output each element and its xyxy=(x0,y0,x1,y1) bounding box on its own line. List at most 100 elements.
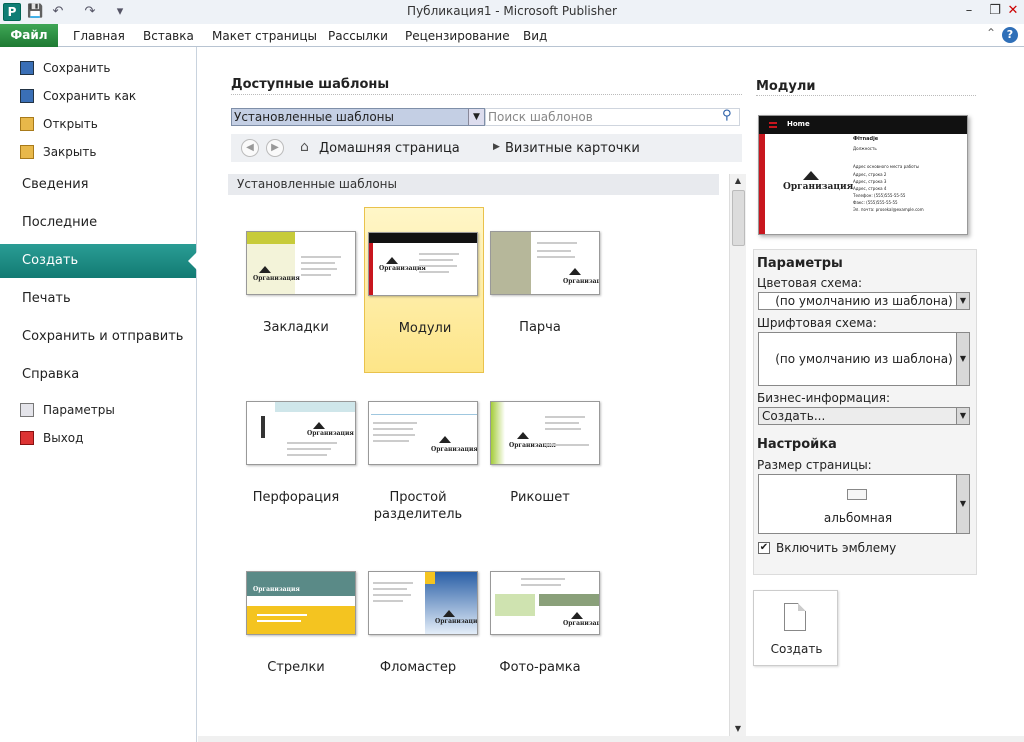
preview-line: Эл. почта: prosekal@example.com xyxy=(853,207,924,212)
close-icon[interactable]: ✕ xyxy=(1002,2,1024,20)
business-info-value: Создать... xyxy=(762,409,826,423)
home-icon[interactable]: ⌂ xyxy=(300,139,316,155)
tab-view[interactable]: Вид xyxy=(523,24,547,47)
template-label: Фломастер xyxy=(379,660,457,675)
template-label: Простой разделитель xyxy=(373,490,463,522)
template-source-value: Установленные шаблоны xyxy=(234,110,394,124)
sidebar-item-save-send[interactable]: Сохранить и отправить xyxy=(0,320,196,354)
scroll-thumb[interactable] xyxy=(732,190,745,246)
sidebar-item-create[interactable]: Создать xyxy=(0,244,197,278)
template-moduli[interactable]: Организация Модули xyxy=(364,207,484,373)
sidebar-item-label: Сохранить как xyxy=(43,89,137,103)
color-scheme-label: Цветовая схема: xyxy=(757,276,863,290)
preview-home: Home xyxy=(787,120,810,128)
include-logo-label: Включить эмблему xyxy=(776,541,897,555)
template-prostoy-razdelitel[interactable]: Организация Простой разделитель xyxy=(358,377,478,543)
template-thumbnail: Организация xyxy=(246,231,356,295)
template-flomaster[interactable]: Организация Фломастер xyxy=(358,547,478,713)
sidebar-item-label: Закрыть xyxy=(43,145,97,159)
exit-icon xyxy=(20,431,34,445)
chevron-down-icon[interactable]: ▼ xyxy=(956,333,969,385)
page-size-select[interactable]: альбомная ▼ xyxy=(758,474,970,534)
window-title: Публикация1 - Microsoft Publisher xyxy=(407,4,617,18)
template-label: Парча xyxy=(519,320,561,335)
backstage-sidebar: Сохранить Сохранить как Открыть Закрыть … xyxy=(0,47,197,742)
preview-line: Телефон: (555)555-55-55 xyxy=(853,193,906,198)
template-zakladki[interactable]: Организация Закладки xyxy=(236,207,356,373)
template-parcha[interactable]: Организация Парча xyxy=(480,207,600,373)
template-thumbnail: Организация xyxy=(246,571,356,635)
include-logo-checkbox[interactable]: ✔ xyxy=(758,542,770,554)
minimize-ribbon-icon[interactable]: ⌃ xyxy=(986,26,996,40)
sidebar-item-recent[interactable]: Последние xyxy=(0,206,196,240)
breadcrumb-home[interactable]: Домашняя страница xyxy=(319,141,460,156)
options-panel: Модули Home Фiтnadje Должность Организац… xyxy=(748,47,1024,742)
preview-line: Факс: (555)555-55-55 xyxy=(853,200,898,205)
save-icon xyxy=(20,61,34,75)
tab-insert[interactable]: Вставка xyxy=(143,24,194,47)
template-preview: Home Фiтnadje Должность Организация Адре… xyxy=(758,115,968,235)
title-bar: P 💾 ↶ ↷ ▾ Публикация1 - Microsoft Publis… xyxy=(0,0,1024,24)
template-rikoshet[interactable]: Организация Рикошет xyxy=(480,377,600,543)
preview-accent-bar xyxy=(759,134,765,234)
preview-org: Организация xyxy=(783,182,854,192)
preview-line: Адрес основного места работы xyxy=(853,164,920,169)
font-scheme-value: (по умолчанию из шаблона) xyxy=(775,352,953,366)
template-perforatsiya[interactable]: Организация Перфорация xyxy=(236,377,356,543)
search-input[interactable] xyxy=(485,108,740,126)
sidebar-item-label: Параметры xyxy=(43,403,115,417)
back-icon[interactable]: ◀ xyxy=(241,139,259,157)
status-bar xyxy=(198,736,1024,742)
tab-home[interactable]: Главная xyxy=(73,24,125,47)
forward-icon[interactable]: ▶ xyxy=(266,139,284,157)
sidebar-item-print[interactable]: Печать xyxy=(0,282,196,316)
tab-mailings[interactable]: Рассылки xyxy=(328,24,388,47)
business-info-label: Бизнес-информация: xyxy=(757,391,891,405)
save-as-icon xyxy=(20,89,34,103)
create-button[interactable]: Создать xyxy=(753,590,838,666)
template-label: Модули xyxy=(398,321,452,336)
font-scheme-select[interactable]: (по умолчанию из шаблона) ▼ xyxy=(758,332,970,386)
sidebar-item-label: Выход xyxy=(43,431,84,445)
preview-role: Должность xyxy=(853,146,877,151)
template-thumbnail: Организация xyxy=(490,571,600,635)
chevron-down-icon[interactable]: ▼ xyxy=(956,475,969,533)
chevron-down-icon[interactable]: ▼ xyxy=(956,293,969,309)
template-thumbnail: Организация xyxy=(490,401,600,465)
sidebar-item-label: Сохранить xyxy=(43,61,111,75)
chevron-down-icon[interactable]: ▼ xyxy=(468,109,484,125)
sidebar-item-help[interactable]: Справка xyxy=(0,358,196,392)
page-size-label: Размер страницы: xyxy=(757,458,872,472)
search-icon[interactable]: ⚲ xyxy=(722,109,736,123)
tab-page-design[interactable]: Макет страницы xyxy=(212,24,317,47)
folder-open-icon xyxy=(20,117,34,131)
vertical-scrollbar[interactable]: ▲ ▼ xyxy=(729,174,746,736)
create-button-label: Создать xyxy=(770,642,823,656)
breadcrumb-business-cards[interactable]: Визитные карточки xyxy=(505,141,640,156)
preview-line: Адрес, строка 3 xyxy=(853,179,887,184)
chevron-down-icon[interactable]: ▼ xyxy=(956,408,969,424)
selected-arrow-icon xyxy=(188,252,197,270)
ribbon-tabs: Файл Главная Вставка Макет страницы Расс… xyxy=(0,24,1024,47)
template-thumbnail: Организация xyxy=(490,231,600,295)
section-header: Установленные шаблоны xyxy=(228,174,719,195)
template-strelki[interactable]: Организация Стрелки xyxy=(236,547,356,713)
minimize-icon[interactable]: – xyxy=(958,2,980,20)
template-foto-ramka[interactable]: Организация Фото-рамка xyxy=(480,547,600,713)
template-thumbnail: Организация xyxy=(368,401,478,465)
sidebar-item-info[interactable]: Сведения xyxy=(0,168,196,202)
new-document-icon xyxy=(784,603,806,631)
preview-name: Фiтnadje xyxy=(853,136,879,142)
sidebar-item-label: Создать xyxy=(22,253,79,268)
scroll-up-icon[interactable]: ▲ xyxy=(732,175,744,187)
tab-review[interactable]: Рецензирование xyxy=(405,24,510,47)
help-icon[interactable]: ? xyxy=(1002,27,1018,43)
preview-line: Адрес, строка 4 xyxy=(853,186,887,191)
template-source-select[interactable]: Установленные шаблоны ▼ xyxy=(231,108,485,126)
chevron-right-icon: ▶ xyxy=(493,142,500,152)
color-scheme-select[interactable]: (по умолчанию из шаблона) ▼ xyxy=(758,292,970,310)
business-info-select[interactable]: Создать... ▼ xyxy=(758,407,970,425)
tab-file[interactable]: Файл xyxy=(0,24,58,47)
page-title: Доступные шаблоны xyxy=(231,77,390,92)
scroll-down-icon[interactable]: ▼ xyxy=(732,723,744,735)
